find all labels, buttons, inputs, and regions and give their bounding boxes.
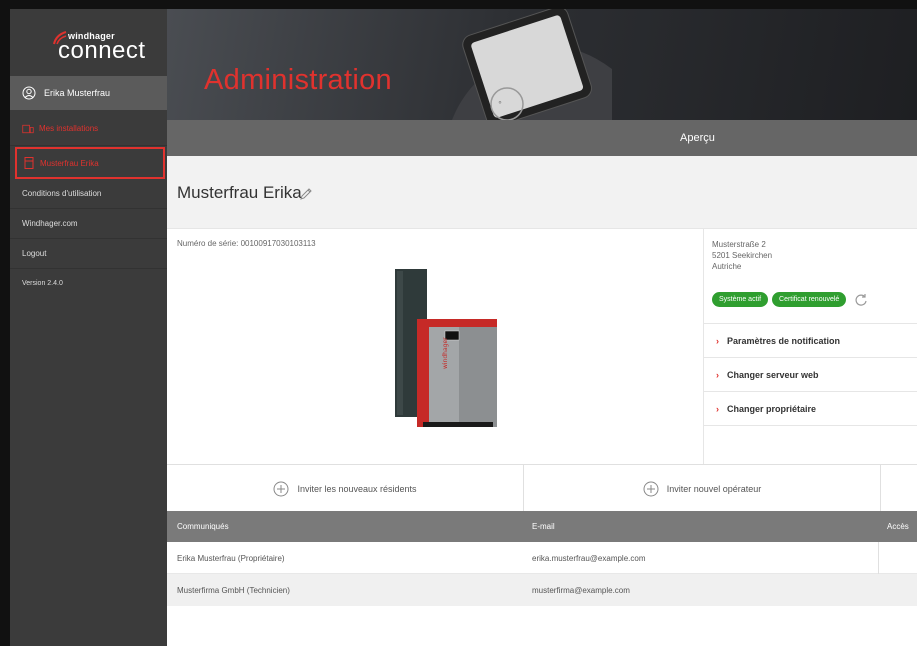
- sidebar-item-musterfrau-erika[interactable]: Musterfrau Erika: [15, 147, 165, 179]
- sidebar-item-label: Conditions d'utilisation: [22, 189, 102, 198]
- sidebar-item-logout[interactable]: Logout: [10, 239, 167, 269]
- sidebar-item-label: Musterfrau Erika: [40, 158, 99, 168]
- sidebar-item-label: Logout: [22, 249, 47, 258]
- windhager-connect-logo[interactable]: windhager connect: [10, 9, 167, 76]
- overview-label: Aperçu: [680, 132, 715, 144]
- table-header: Communiqués E-mail Accès: [167, 511, 917, 542]
- chevron-right-icon: ›: [716, 335, 719, 346]
- serial-number: Numéro de série: 00100917030103113: [177, 239, 316, 248]
- contact-email: musterfirma@example.com: [532, 586, 630, 595]
- add-circle-icon: [273, 481, 289, 496]
- contact-name: Erika Musterfrau (Propriétaire): [177, 554, 285, 563]
- sidebar-item-windhager-com[interactable]: Windhager.com: [10, 209, 167, 239]
- notification-settings-link[interactable]: › Paramètres de notification: [704, 323, 917, 357]
- sidebar-item-label: Mes installations: [39, 124, 99, 133]
- chevron-right-icon: ›: [716, 403, 719, 414]
- installations-icon: [22, 124, 34, 133]
- sidebar-item-installations[interactable]: Mes installations: [10, 112, 167, 146]
- option-label: Paramètres de notification: [727, 335, 841, 346]
- column-header-contacts: Communiqués: [177, 522, 229, 531]
- installation-card: Numéro de série: 00100917030103113 windh…: [167, 228, 917, 465]
- contact-name: Musterfirma GmbH (Technicien): [177, 586, 290, 595]
- version-label: Version 2.4.0: [10, 269, 167, 297]
- overview-bar: Aperçu: [167, 120, 917, 156]
- address-city: 5201 Seekirchen: [712, 251, 773, 260]
- sidebar-user[interactable]: Erika Musterfrau: [10, 76, 167, 110]
- table-row[interactable]: Erika Musterfrau (Propriétaire) erika.mu…: [167, 542, 917, 574]
- sidebar-item-terms[interactable]: Conditions d'utilisation: [10, 179, 167, 209]
- column-divider: [878, 542, 879, 574]
- svg-text:°: °: [498, 100, 502, 109]
- table-row[interactable]: Musterfirma GmbH (Technicien) musterfirm…: [167, 574, 917, 606]
- option-label: Changer propriétaire: [727, 403, 817, 414]
- device-icon: [24, 157, 34, 169]
- contact-email: erika.musterfrau@example.com: [532, 554, 646, 563]
- invite-residents-label: Inviter les nouveaux résidents: [297, 483, 417, 494]
- installation-name: Musterfrau Erika: [177, 183, 302, 202]
- header-phone-illustration: °: [452, 9, 612, 120]
- certificate-renewed-badge: Certificat renouvelé: [772, 292, 847, 307]
- screen-frame: windhager connect Erika Musterfrau Mes i…: [0, 0, 917, 646]
- app-window: windhager connect Erika Musterfrau Mes i…: [10, 9, 917, 646]
- address-street: Musterstraße 2: [712, 240, 766, 249]
- invite-row: Inviter les nouveaux résidents Inviter n…: [167, 464, 917, 512]
- sidebar-item-label: Windhager.com: [22, 219, 78, 228]
- address-block: Musterstraße 2 5201 Seekirchen Autriche: [712, 239, 772, 272]
- page-title: Administration: [204, 64, 392, 96]
- change-webserver-link[interactable]: › Changer serveur web: [704, 357, 917, 391]
- column-header-access: Accès: [887, 522, 909, 531]
- main-content: Musterfrau Erika Numéro de série: 001009…: [167, 156, 917, 646]
- content-footer-space: [167, 606, 917, 646]
- installation-details-panel: Musterstraße 2 5201 Seekirchen Autriche …: [703, 229, 917, 465]
- edit-pencil-icon[interactable]: [299, 187, 313, 201]
- invite-operator-label: Inviter nouvel opérateur: [666, 483, 762, 494]
- option-label: Changer serveur web: [727, 369, 819, 380]
- svg-text:windhager: windhager: [442, 337, 449, 369]
- column-header-email: E-mail: [532, 522, 555, 531]
- user-name: Erika Musterfrau: [44, 88, 111, 98]
- user-icon: [22, 86, 36, 100]
- status-badges: Système actif Certificat renouvelé: [712, 292, 868, 307]
- installation-title-row: Musterfrau Erika: [167, 156, 917, 228]
- boiler-device-image: windhager: [395, 269, 497, 427]
- page-header: ° Administration: [167, 9, 917, 120]
- chevron-right-icon: ›: [716, 369, 719, 380]
- address-country: Autriche: [712, 262, 742, 271]
- add-circle-icon: [643, 481, 659, 496]
- options-divider: [704, 425, 917, 426]
- sidebar: windhager connect Erika Musterfrau Mes i…: [10, 9, 167, 646]
- change-owner-link[interactable]: › Changer propriétaire: [704, 391, 917, 425]
- invite-residents-button[interactable]: Inviter les nouveaux résidents: [167, 465, 524, 512]
- brand-main: connect: [58, 37, 146, 64]
- invite-operator-button[interactable]: Inviter nouvel opérateur: [524, 465, 881, 512]
- system-active-badge: Système actif: [712, 292, 769, 307]
- version-text: Version 2.4.0: [22, 279, 63, 287]
- refresh-icon[interactable]: [854, 293, 868, 307]
